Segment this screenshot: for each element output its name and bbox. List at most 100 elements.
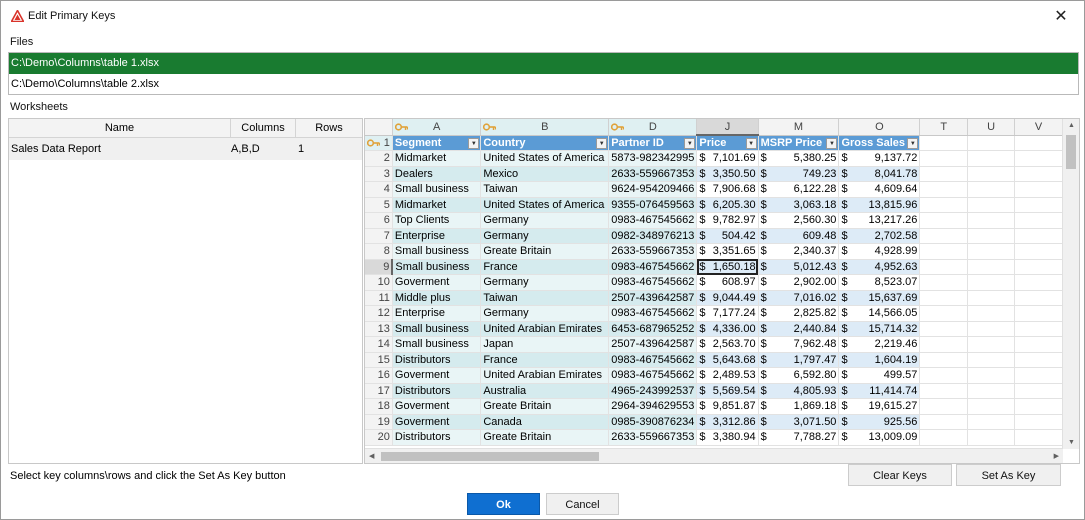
empty-cell[interactable] — [919, 243, 969, 260]
empty-cell[interactable] — [1014, 321, 1063, 337]
row-number[interactable]: 20 — [365, 429, 393, 446]
cell-gross[interactable]: $925.56 — [838, 414, 921, 430]
cell-gross[interactable]: $15,637.69 — [838, 290, 921, 306]
empty-cell[interactable] — [1014, 305, 1063, 322]
cell-segment[interactable]: Midmarket — [392, 197, 482, 213]
cell-partner[interactable]: 0982-348976213 — [608, 228, 698, 244]
empty-cell[interactable] — [967, 383, 1016, 399]
cell-segment[interactable]: Midmarket — [392, 150, 482, 167]
filter-dropdown-icon[interactable]: ▼ — [684, 137, 696, 149]
cell-country[interactable]: Greate Britain — [480, 429, 610, 446]
cell-country[interactable]: United States of America — [480, 197, 610, 213]
cell-price[interactable]: $7,101.69 — [696, 150, 759, 167]
vertical-scroll-thumb[interactable] — [1066, 135, 1076, 169]
cell-segment[interactable]: Small business — [392, 321, 482, 337]
cell-country[interactable]: Canada — [480, 414, 610, 430]
cell-partner[interactable]: 0983-467545662 — [608, 352, 698, 368]
table-header-cell[interactable]: Price ▼ — [696, 135, 759, 151]
cell-price[interactable]: $504.42 — [696, 228, 759, 244]
empty-cell[interactable] — [1014, 398, 1063, 415]
cell-msrp[interactable]: $3,063.18 — [758, 197, 840, 213]
row-number[interactable]: 18 — [365, 398, 393, 415]
empty-cell[interactable] — [967, 274, 1016, 291]
empty-cell[interactable] — [1014, 336, 1063, 353]
column-letter-v[interactable]: V — [1014, 119, 1063, 136]
cell-msrp[interactable]: $5,012.43 — [758, 259, 840, 275]
cell-segment[interactable]: Goverment — [392, 274, 482, 291]
empty-cell[interactable] — [1014, 367, 1063, 384]
column-letter-j[interactable]: J — [696, 119, 759, 136]
cell-gross[interactable]: $19,615.27 — [838, 398, 921, 415]
row-number[interactable]: 15 — [365, 352, 393, 368]
filter-dropdown-icon[interactable]: ▼ — [468, 137, 480, 149]
cell-price[interactable]: $3,351.65 — [696, 243, 759, 260]
empty-cell[interactable] — [967, 212, 1016, 229]
empty-cell[interactable] — [967, 290, 1016, 306]
empty-cell[interactable] — [967, 197, 1016, 213]
empty-cell[interactable] — [1014, 352, 1063, 368]
cell-price[interactable]: $9,044.49 — [696, 290, 759, 306]
empty-cell[interactable] — [1014, 181, 1063, 198]
empty-cell[interactable] — [1014, 290, 1063, 306]
set-as-key-button[interactable]: Set As Key — [956, 464, 1061, 486]
cell-country[interactable]: Greate Britain — [480, 398, 610, 415]
row-number[interactable]: 13 — [365, 321, 393, 337]
cell-partner[interactable]: 9355-076459563 — [608, 197, 698, 213]
column-letter-u[interactable]: U — [967, 119, 1016, 136]
empty-cell[interactable] — [919, 181, 969, 198]
filter-dropdown-icon[interactable]: ▼ — [745, 138, 757, 149]
cell-price[interactable]: $3,312.86 — [696, 414, 759, 430]
cell-partner[interactable]: 6453-687965252 — [608, 321, 698, 337]
vertical-scrollbar[interactable]: ▲ ▼ — [1062, 119, 1079, 449]
column-header-rows[interactable]: Rows — [296, 119, 362, 137]
cell-partner[interactable]: 2633-559667353 — [608, 429, 698, 446]
cell-gross[interactable]: $2,219.46 — [838, 336, 921, 353]
cell-country[interactable]: Taiwan — [480, 290, 610, 306]
row-number[interactable]: 16 — [365, 367, 393, 384]
cell-msrp[interactable]: $2,560.30 — [758, 212, 840, 229]
column-header-columns[interactable]: Columns — [231, 119, 296, 137]
table-header-cell[interactable]: Gross Sales ▼ — [838, 135, 921, 151]
cancel-button[interactable]: Cancel — [546, 493, 619, 515]
row-number[interactable]: 9 — [365, 259, 394, 275]
empty-cell[interactable] — [967, 429, 1016, 446]
empty-cell[interactable] — [919, 398, 969, 415]
filter-dropdown-icon[interactable]: ▼ — [826, 137, 838, 149]
worksheet-row[interactable]: Sales Data Report A,B,D 1 — [9, 138, 362, 160]
cell-segment[interactable]: Goverment — [392, 367, 482, 384]
empty-cell[interactable] — [1014, 166, 1063, 182]
cell-msrp[interactable]: $2,440.84 — [758, 321, 840, 337]
row-number[interactable]: 8 — [365, 243, 393, 260]
cell-segment[interactable]: Goverment — [392, 414, 482, 430]
empty-cell[interactable] — [1014, 228, 1063, 244]
empty-cell[interactable] — [919, 212, 969, 229]
cell-price[interactable]: $4,336.00 — [696, 321, 759, 337]
cell-price[interactable]: $6,205.30 — [696, 197, 759, 213]
cell-country[interactable]: Japan — [480, 336, 610, 353]
empty-cell[interactable] — [967, 166, 1016, 182]
cell-msrp[interactable]: $1,797.47 — [758, 352, 840, 368]
cell-gross[interactable]: $13,009.09 — [838, 429, 921, 446]
empty-cell[interactable] — [1014, 150, 1063, 167]
table-header-cell[interactable]: MSRP Price ▼ — [758, 135, 840, 151]
cell-partner[interactable]: 9624-954209466 — [608, 181, 698, 198]
cell-msrp[interactable]: $749.23 — [758, 166, 840, 182]
cell-price[interactable]: $3,380.94 — [696, 429, 759, 446]
empty-cell[interactable] — [967, 259, 1016, 275]
empty-cell[interactable] — [967, 135, 1016, 151]
row-number[interactable]: 3 — [365, 166, 393, 182]
column-header-name[interactable]: Name — [9, 119, 231, 137]
column-letter-d[interactable]: D — [608, 119, 698, 136]
empty-cell[interactable] — [1014, 259, 1063, 275]
cell-partner[interactable]: 0985-390876234 — [608, 414, 698, 430]
row-number[interactable]: 2 — [365, 150, 393, 167]
empty-cell[interactable] — [967, 181, 1016, 198]
empty-cell[interactable] — [967, 414, 1016, 430]
empty-cell[interactable] — [967, 150, 1016, 167]
row-number[interactable]: 12 — [365, 305, 393, 322]
cell-msrp[interactable]: $6,592.80 — [758, 367, 840, 384]
cell-partner[interactable]: 2633-559667353 — [608, 243, 698, 260]
cell-segment[interactable]: Small business — [392, 243, 482, 260]
horizontal-scroll-thumb[interactable] — [381, 452, 599, 461]
scroll-left-icon[interactable]: ◀ — [369, 452, 374, 460]
